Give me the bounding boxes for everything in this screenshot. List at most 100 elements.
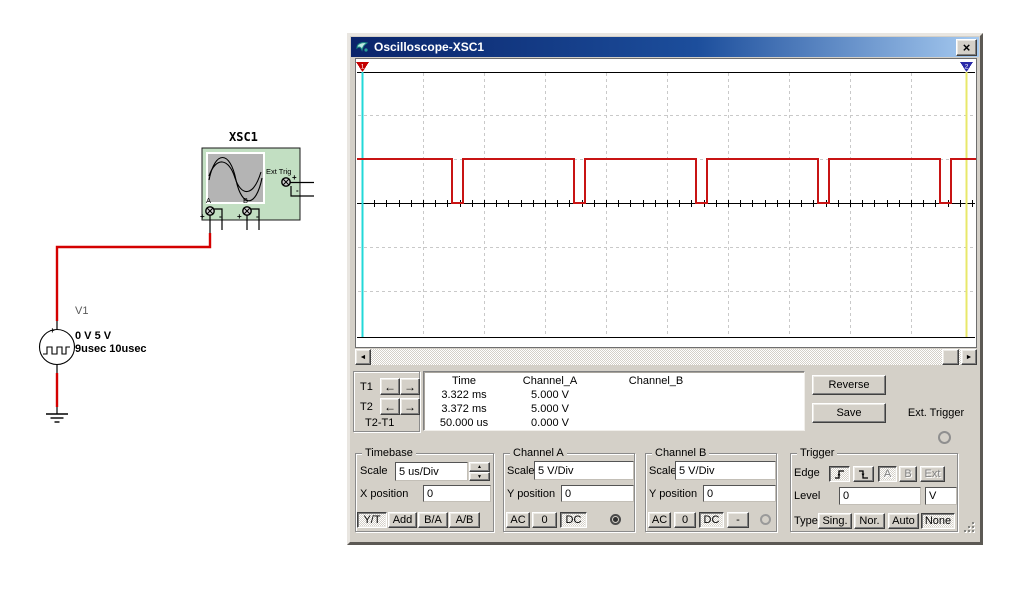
channel-a-trigger-radio[interactable]: [610, 514, 621, 525]
arrow-right-icon: →: [404, 380, 416, 394]
save-button-label: Save: [836, 407, 861, 419]
ab-mode-label: A/B: [456, 514, 474, 526]
exttrig-plus-sign: +: [292, 173, 297, 182]
trigger-falling-edge-button[interactable]: [853, 466, 874, 482]
channel-b-zero-button[interactable]: 0: [674, 512, 696, 528]
terminal-b-label: B: [243, 196, 248, 205]
cursor-control-box: T1 ← → T2 ← → T2-T1: [353, 371, 420, 432]
v1-value-label: 0 V 5 V: [75, 330, 111, 342]
trigger-type-label: Type: [794, 515, 818, 527]
channel-a-group: Channel A Scale Y position AC 0 DC: [503, 453, 635, 532]
channel-b-ypos-input[interactable]: [703, 485, 776, 502]
readout-col-channel-b: Channel_B: [596, 375, 716, 387]
oscilloscope-window: Oscilloscope-XSC1 × 12 ◄ ► T1 ← → T2 ← →…: [347, 33, 983, 545]
scroll-thumb[interactable]: [942, 349, 959, 365]
channel-a-ypos-input[interactable]: [561, 485, 634, 502]
v1-source-symbol[interactable]: [40, 321, 75, 373]
terminal-a-connector[interactable]: [206, 207, 214, 215]
add-mode-button[interactable]: Add: [388, 512, 417, 528]
channel-b-trigger-radio[interactable]: [760, 514, 771, 525]
reverse-button[interactable]: Reverse: [812, 375, 886, 395]
close-button[interactable]: ×: [956, 39, 977, 56]
timebase-title: Timebase: [362, 447, 416, 459]
trigger-type-nor-button[interactable]: Nor.: [854, 513, 885, 529]
save-button[interactable]: Save: [812, 403, 886, 423]
channel-b-ac-label: AC: [652, 514, 667, 526]
exttrig-minus-sign: -: [296, 186, 299, 195]
title-bar[interactable]: Oscilloscope-XSC1 ×: [351, 37, 979, 57]
channel-a-scale-label: Scale: [507, 465, 535, 477]
trigger-source-ext-button[interactable]: Ext: [920, 466, 945, 482]
t1-left-button[interactable]: ←: [380, 378, 400, 395]
trigger-group: Trigger Edge A B Ext Level Type Sing: [790, 453, 958, 532]
channel-b-group: Channel B Scale Y position AC 0 DC -: [645, 453, 777, 532]
trigger-source-ext-label: Ext: [925, 468, 941, 480]
timebase-scale-down-button[interactable]: ▼: [469, 472, 490, 481]
scroll-right-button[interactable]: ►: [961, 349, 977, 365]
channel-a-zero-button[interactable]: 0: [532, 512, 557, 528]
ground-symbol[interactable]: [46, 407, 68, 422]
yt-mode-button[interactable]: Y/T: [357, 512, 387, 528]
reverse-button-label: Reverse: [829, 379, 870, 391]
scroll-left-icon: ◄: [360, 354, 367, 361]
channel-b-ac-button[interactable]: AC: [648, 512, 671, 528]
x-position-input[interactable]: [423, 485, 491, 502]
t2-left-button[interactable]: ←: [380, 398, 400, 415]
diff-channel-a-value: 0.000 V: [504, 417, 596, 429]
ab-mode-button[interactable]: A/B: [449, 512, 480, 528]
readout-row-t2-t1: 50.000 us 0.000 V: [424, 416, 804, 430]
svg-text:1: 1: [361, 64, 365, 71]
rising-edge-icon: [833, 469, 846, 480]
scope-hscrollbar[interactable]: ◄ ►: [355, 349, 977, 365]
timebase-scale-up-button[interactable]: ▲: [469, 462, 490, 472]
spinner-down-icon: ▼: [477, 474, 482, 480]
trigger-rising-edge-button[interactable]: [829, 466, 850, 482]
arrow-left-icon: ←: [384, 380, 396, 394]
trigger-type-auto-button[interactable]: Auto: [888, 513, 919, 529]
trigger-level-unit-input[interactable]: [925, 487, 957, 505]
channel-b-scale-input[interactable]: [675, 461, 776, 480]
readout-header-row: Time Channel_A Channel_B: [424, 374, 804, 388]
desktop: XSC1 Ext Trig A B + - + - + - + V1 0 V 5…: [0, 0, 1022, 599]
ext-trigger-label: Ext. Trigger: [896, 407, 976, 419]
v1-plus-sign: +: [50, 326, 55, 335]
scope-refdes-label: XSC1: [229, 130, 258, 144]
terminal-a-minus-sign: -: [219, 212, 222, 221]
t2-t1-label: T2-T1: [365, 417, 394, 429]
channel-a-dc-button[interactable]: DC: [560, 512, 587, 528]
trigger-type-sing-button[interactable]: Sing.: [818, 513, 852, 529]
x-position-label: X position: [360, 488, 408, 500]
timebase-scale-input[interactable]: [395, 462, 468, 481]
channel-a-ac-button[interactable]: AC: [506, 512, 530, 528]
trigger-source-b-button[interactable]: B: [899, 466, 917, 482]
wire-v1-to-scope[interactable]: [57, 233, 210, 407]
terminal-b-minus-sign: -: [256, 212, 259, 221]
trigger-edge-label: Edge: [794, 467, 820, 479]
trigger-source-a-button[interactable]: A: [878, 466, 897, 482]
t2-right-button[interactable]: →: [400, 398, 420, 415]
channel-a-scale-input[interactable]: [534, 461, 634, 480]
trigger-level-input[interactable]: [839, 487, 921, 505]
ext-trigger-connector[interactable]: [938, 431, 951, 444]
t1-right-button[interactable]: →: [400, 378, 420, 395]
channel-b-ypos-label: Y position: [649, 488, 697, 500]
t2-time-value: 3.372 ms: [424, 403, 504, 415]
readout-row-t2: 3.372 ms 5.000 V: [424, 402, 804, 416]
t1-channel-a-value: 5.000 V: [504, 389, 596, 401]
channel-b-invert-button[interactable]: -: [727, 512, 749, 528]
resize-grip[interactable]: [964, 522, 976, 534]
terminal-exttrig-connector[interactable]: [282, 178, 290, 186]
diff-time-value: 50.000 us: [424, 417, 504, 429]
v1-timing-label: 9usec 10usec: [75, 343, 147, 355]
terminal-b-connector[interactable]: [243, 207, 251, 215]
channel-b-invert-label: -: [736, 514, 740, 526]
add-mode-label: Add: [393, 514, 413, 526]
channel-b-dc-button[interactable]: DC: [699, 512, 724, 528]
ba-mode-button[interactable]: B/A: [418, 512, 448, 528]
trigger-type-none-button[interactable]: None: [921, 513, 955, 529]
scope-graph: 12: [356, 59, 976, 347]
channel-b-scale-label: Scale: [649, 465, 677, 477]
scroll-left-button[interactable]: ◄: [355, 349, 371, 365]
trigger-type-none-label: None: [925, 515, 951, 527]
arrow-right-icon: →: [404, 400, 416, 414]
